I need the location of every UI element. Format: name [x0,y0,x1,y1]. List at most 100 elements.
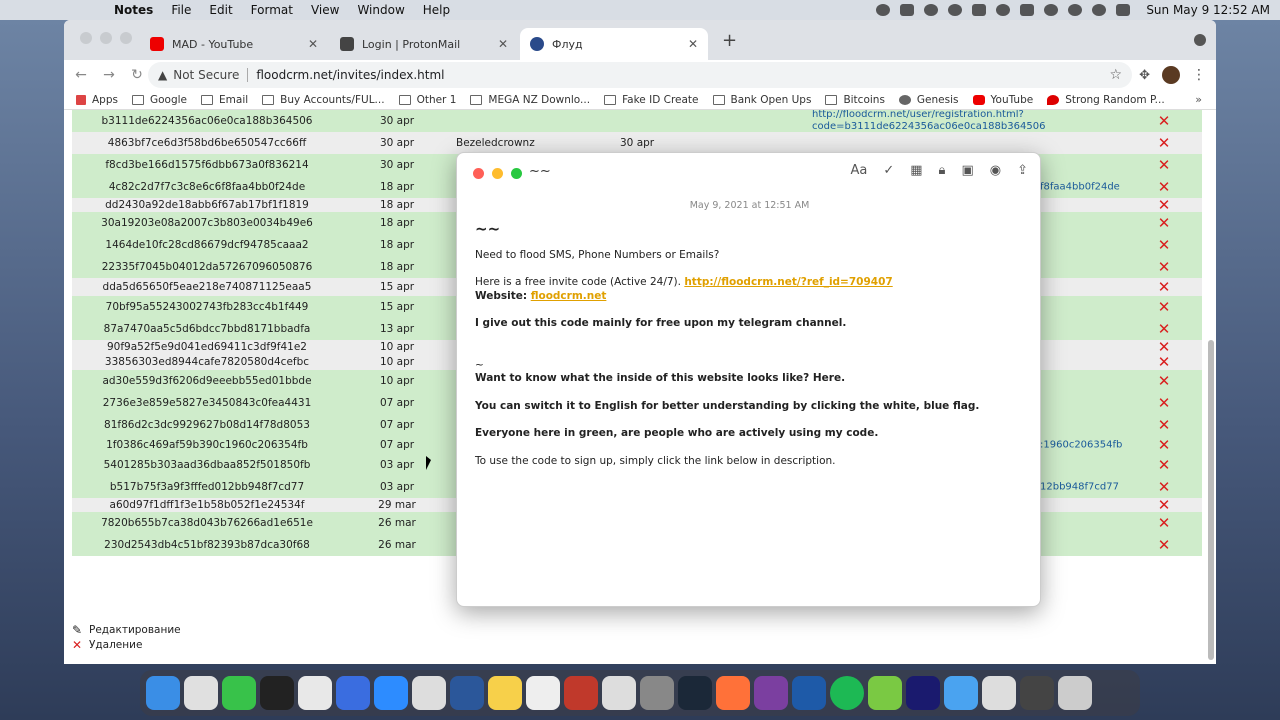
chrome-icon[interactable] [298,676,332,710]
system-preferences-icon[interactable] [640,676,674,710]
bluestacks-icon[interactable] [868,676,902,710]
menu-edit[interactable]: Edit [209,3,232,17]
preview-icon[interactable] [602,676,636,710]
notes-icon[interactable] [488,676,522,710]
spotify-icon[interactable] [830,676,864,710]
quicktime-icon[interactable] [412,676,446,710]
delete-x-icon[interactable]: ✕ [1156,198,1172,213]
screenshot-icon[interactable] [982,676,1016,710]
delete-x-icon[interactable]: ✕ [1156,498,1172,513]
delete-x-icon[interactable]: ✕ [1156,136,1172,151]
app-status-icon[interactable] [900,4,915,16]
menu-file[interactable]: File [171,3,191,17]
firefox-icon[interactable] [716,676,750,710]
menu-help[interactable]: Help [423,3,450,17]
close-window-button[interactable] [473,168,484,179]
thumbnail-icon[interactable] [1020,676,1054,710]
tab-search-icon[interactable] [1194,34,1206,46]
profile-avatar[interactable] [1162,66,1180,84]
bookmark-item[interactable]: Google [131,94,187,106]
lock-icon[interactable]: 🔒︎ [939,163,946,178]
finder-icon[interactable] [146,676,180,710]
security-label[interactable]: Not Secure [173,68,239,82]
tab-protonmail[interactable]: Login | ProtonMail ✕ [330,28,518,60]
more-bookmarks-icon[interactable]: » [1195,93,1202,106]
delete-x-icon[interactable]: ✕ [1156,538,1172,553]
close-tab-icon[interactable]: ✕ [498,37,508,51]
bookmark-item[interactable]: YouTube [972,94,1033,106]
delete-x-icon[interactable]: ✕ [1156,516,1172,531]
control-center-icon[interactable] [1116,4,1131,16]
user-icon[interactable] [1068,4,1083,16]
tuning-fork-icon[interactable] [972,4,987,16]
bookmark-item[interactable]: Email [201,94,248,106]
spotlight-search-icon[interactable] [1092,4,1107,16]
play-icon[interactable] [948,4,963,16]
delete-x-icon[interactable]: ✕ [1156,158,1172,173]
tab-flood[interactable]: Флуд ✕ [520,28,708,60]
delete-x-icon[interactable]: ✕ [1156,458,1172,473]
zoom-window-button[interactable] [120,32,132,44]
virtualbox-icon[interactable] [792,676,826,710]
address-bar[interactable]: ▲ Not Secure floodcrm.net/invites/index.… [148,62,1132,88]
media-icon[interactable]: ▣ [961,163,973,178]
delete-x-icon[interactable]: ✕ [1156,300,1172,315]
delete-x-icon[interactable]: ✕ [1156,355,1172,370]
extensions-puzzle-icon[interactable]: ✥ [1139,68,1150,83]
delete-x-icon[interactable]: ✕ [1156,340,1172,355]
bookmark-item[interactable]: Fake ID Create [604,94,699,106]
delete-x-icon[interactable]: ✕ [1156,322,1172,337]
bookmark-item[interactable]: Bank Open Ups [712,94,811,106]
delete-x-icon[interactable]: ✕ [1156,280,1172,295]
word-icon[interactable] [450,676,484,710]
bookmark-item[interactable]: Other 1 [398,94,456,106]
bookmark-item[interactable]: Buy Accounts/FUL... [262,94,385,106]
pdf-icon[interactable] [564,676,598,710]
menu-window[interactable]: Window [357,3,404,17]
website-link[interactable]: floodcrm.net [531,290,607,302]
bookmark-item[interactable]: Bitcoins [825,94,885,106]
bookmark-item[interactable]: MEGA NZ Downlo... [470,94,590,106]
format-text-button[interactable]: Aa [850,163,867,178]
back-arrow-icon[interactable]: ← [70,67,92,83]
bookmark-item[interactable]: Apps [76,94,118,106]
steam-icon[interactable] [678,676,712,710]
delete-x-icon[interactable]: ✕ [1156,180,1172,195]
bookmark-item[interactable]: Genesis [898,94,959,106]
url-text[interactable]: floodcrm.net/invites/index.html [256,68,444,82]
tor-icon[interactable] [754,676,788,710]
delete-x-icon[interactable]: ✕ [1156,418,1172,433]
delete-x-icon[interactable]: ✕ [1156,480,1172,495]
delete-x-icon[interactable]: ✕ [1156,260,1172,275]
minimize-window-button[interactable] [100,32,112,44]
creative-cloud-icon[interactable] [924,4,939,16]
wifi-icon[interactable] [1044,4,1059,16]
note-body[interactable]: ~~ Need to flood SMS, Phone Numbers or E… [475,222,1025,468]
share-icon[interactable]: ⇪ [1017,163,1028,178]
menu-app-name[interactable]: Notes [114,3,153,17]
zoom-icon[interactable] [374,676,408,710]
delete-x-icon[interactable]: ✕ [1156,216,1172,231]
registration-link[interactable]: http://floodcrm.net/user/registration.ht… [812,110,1045,133]
registration-link[interactable]: f8faa4bb0f24de [1040,182,1120,193]
checklist-icon[interactable]: ✓ [883,163,894,178]
delete-x-icon[interactable]: ✕ [1156,438,1172,453]
battery-icon[interactable] [1020,4,1035,16]
more-menu-icon[interactable]: ⋮ [1192,67,1206,83]
trash-icon[interactable] [1058,676,1092,710]
close-tab-icon[interactable]: ✕ [308,37,318,51]
minimize-window-button[interactable] [492,168,503,179]
close-tab-icon[interactable]: ✕ [688,37,698,51]
registration-link[interactable]: :1960c206354fb [1040,440,1122,451]
delete-x-icon[interactable]: ✕ [1156,114,1172,129]
collaborate-icon[interactable]: ◉ [990,163,1001,178]
delete-x-icon[interactable]: ✕ [1156,374,1172,389]
mission-icon[interactable] [260,676,294,710]
page-scrollbar[interactable] [1208,340,1214,660]
menu-format[interactable]: Format [251,3,293,17]
delete-x-icon[interactable]: ✕ [1156,396,1172,411]
table-icon[interactable]: ▦ [910,163,922,178]
launchpad-icon[interactable] [184,676,218,710]
tab-youtube[interactable]: MAD - YouTube ✕ [140,28,328,60]
forward-arrow-icon[interactable]: → [98,67,120,83]
